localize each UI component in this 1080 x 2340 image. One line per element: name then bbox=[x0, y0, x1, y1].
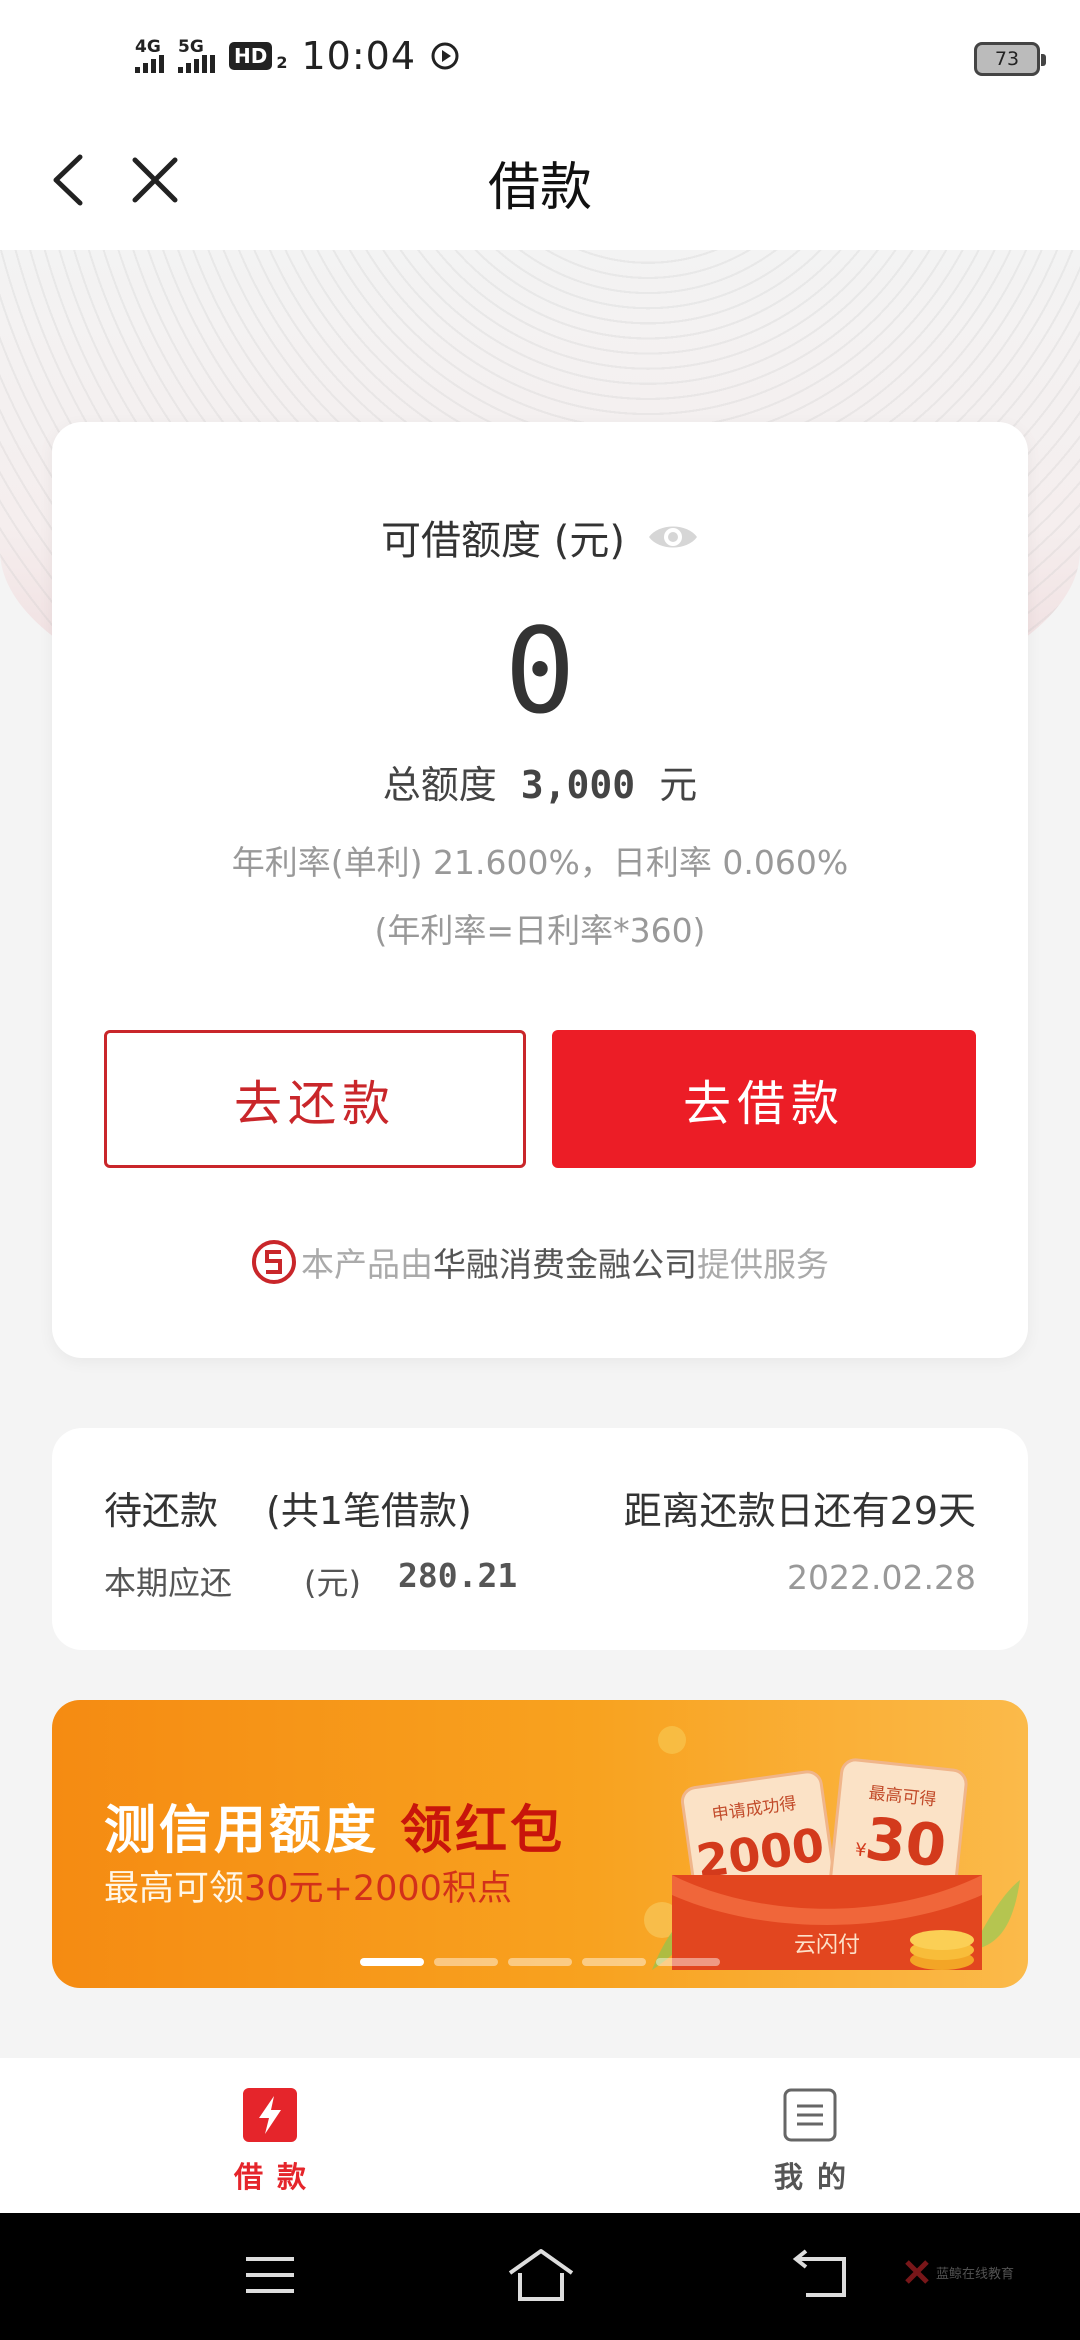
hd-sub: 2 bbox=[276, 52, 288, 72]
sim2-label: 5G bbox=[178, 37, 204, 57]
total-limit-row: 总额度 3,000 元 bbox=[52, 754, 1028, 809]
due-date: 2022.02.28 bbox=[787, 1558, 976, 1597]
pocket-label: 云闪付 bbox=[794, 1933, 860, 1958]
home-icon[interactable] bbox=[506, 2247, 576, 2303]
borrow-button[interactable]: 去借款 bbox=[552, 1030, 976, 1168]
due-unit: (元) bbox=[304, 1564, 361, 1602]
repay-button[interactable]: 去还款 bbox=[104, 1030, 526, 1168]
watermark-logo-icon bbox=[905, 2260, 929, 2284]
total-limit-unit: 元 bbox=[659, 763, 698, 807]
signal-bars-icon bbox=[135, 55, 164, 73]
total-limit-value: 3,000 bbox=[520, 763, 636, 807]
available-limit-label: 可借额度 (元) bbox=[381, 518, 625, 564]
clock: 10:04 bbox=[301, 34, 416, 78]
status-left: 4G 5G HD 2 10:04 bbox=[135, 34, 460, 78]
coin-icon bbox=[658, 1726, 686, 1754]
eye-icon[interactable] bbox=[647, 519, 699, 555]
nav-item-mine[interactable]: 我的 bbox=[730, 2086, 890, 2196]
carousel-dot[interactable] bbox=[656, 1958, 720, 1966]
banner-title-main: 测信用额度 bbox=[104, 1801, 401, 1861]
provider-prefix: 本产品由 bbox=[301, 1245, 433, 1284]
nav-label-mine: 我的 bbox=[773, 2160, 860, 2194]
document-icon bbox=[783, 2088, 837, 2142]
carousel-dot[interactable] bbox=[434, 1958, 498, 1966]
promo-banner[interactable]: 测信用额度 领红包 最高可领30元+2000积点 申请成功得 2000 积点 最… bbox=[52, 1700, 1028, 1988]
carousel-dot[interactable] bbox=[582, 1958, 646, 1966]
watermark: 蓝鲸在线教育 bbox=[904, 2259, 1014, 2285]
interest-rate-line: 年利率(单利) 21.600%，日利率 0.060% bbox=[231, 843, 849, 882]
days-until-due: 距离还款日还有29天 bbox=[623, 1489, 976, 1533]
available-limit-label-row: 可借额度 (元) bbox=[52, 508, 1028, 566]
nav-item-borrow[interactable]: 借款 bbox=[190, 2086, 350, 2196]
credit-card: 可借额度 (元) 0 总额度 3,000 元 年利率(单利) 21.600%，日… bbox=[52, 422, 1028, 1358]
app-header: 借款 bbox=[0, 110, 1080, 250]
nav-label-borrow: 借款 bbox=[233, 2160, 320, 2194]
battery-level: 73 bbox=[994, 48, 1020, 70]
lightning-icon bbox=[243, 2088, 297, 2142]
status-bar: 4G 5G HD 2 10:04 73 bbox=[0, 0, 1080, 110]
system-nav-bar: 蓝鲸在线教育 bbox=[0, 2213, 1080, 2340]
bottom-nav: 借款 我的 bbox=[0, 2058, 1080, 2213]
watermark-text: 蓝鲸在线教育 bbox=[936, 2266, 1015, 2282]
total-limit-label: 总额度 bbox=[382, 763, 497, 807]
back-nav-icon[interactable] bbox=[792, 2249, 852, 2301]
signal-sim1: 4G bbox=[135, 39, 164, 73]
sim1-label: 4G bbox=[135, 37, 161, 57]
banner-title-highlight: 领红包 bbox=[400, 1801, 566, 1861]
card2-value-text: 30 bbox=[862, 1804, 949, 1880]
interest-rate-note: (年利率=日利率*360) bbox=[374, 911, 706, 950]
pending-title: 待还款 bbox=[104, 1489, 219, 1533]
provider-logo-icon bbox=[252, 1240, 296, 1284]
pending-repayment-card[interactable]: 待还款 (共1笔借款) 距离还款日还有29天 本期应还 (元) 280.21 2… bbox=[52, 1428, 1028, 1650]
due-label: 本期应还 bbox=[104, 1564, 233, 1602]
carousel-dot[interactable] bbox=[508, 1958, 572, 1966]
pending-count: (共1笔借款) bbox=[266, 1489, 472, 1533]
signal-sim2: 5G bbox=[178, 39, 215, 73]
provider-suffix: 提供服务 bbox=[697, 1245, 829, 1284]
carousel-dots[interactable] bbox=[360, 1958, 720, 1966]
menu-icon[interactable] bbox=[244, 2253, 296, 2297]
play-icon bbox=[431, 42, 459, 70]
carousel-dot[interactable] bbox=[360, 1958, 424, 1966]
banner-title: 测信用额度 领红包 bbox=[104, 1788, 565, 1863]
provider-row: 本产品由 华融消费金融公司 提供服务 bbox=[52, 1238, 1028, 1286]
due-amount: 280.21 bbox=[398, 1556, 518, 1595]
banner-sub-highlight: 30元+2000积点 bbox=[244, 1869, 512, 1909]
battery-icon: 73 bbox=[974, 42, 1046, 76]
hd-badge: HD bbox=[229, 42, 273, 70]
banner-sub-prefix: 最高可领 bbox=[104, 1869, 245, 1909]
provider-name: 华融消费金融公司 bbox=[433, 1245, 697, 1284]
red-envelope-illustration: 申请成功得 2000 积点 最高可得 ¥ 30 云闪付 bbox=[644, 1726, 1020, 1970]
available-limit-value: 0 bbox=[504, 602, 576, 740]
signal-bars-icon bbox=[178, 55, 215, 73]
page-title: 借款 bbox=[487, 158, 592, 218]
banner-subtitle: 最高可领30元+2000积点 bbox=[104, 1860, 512, 1911]
